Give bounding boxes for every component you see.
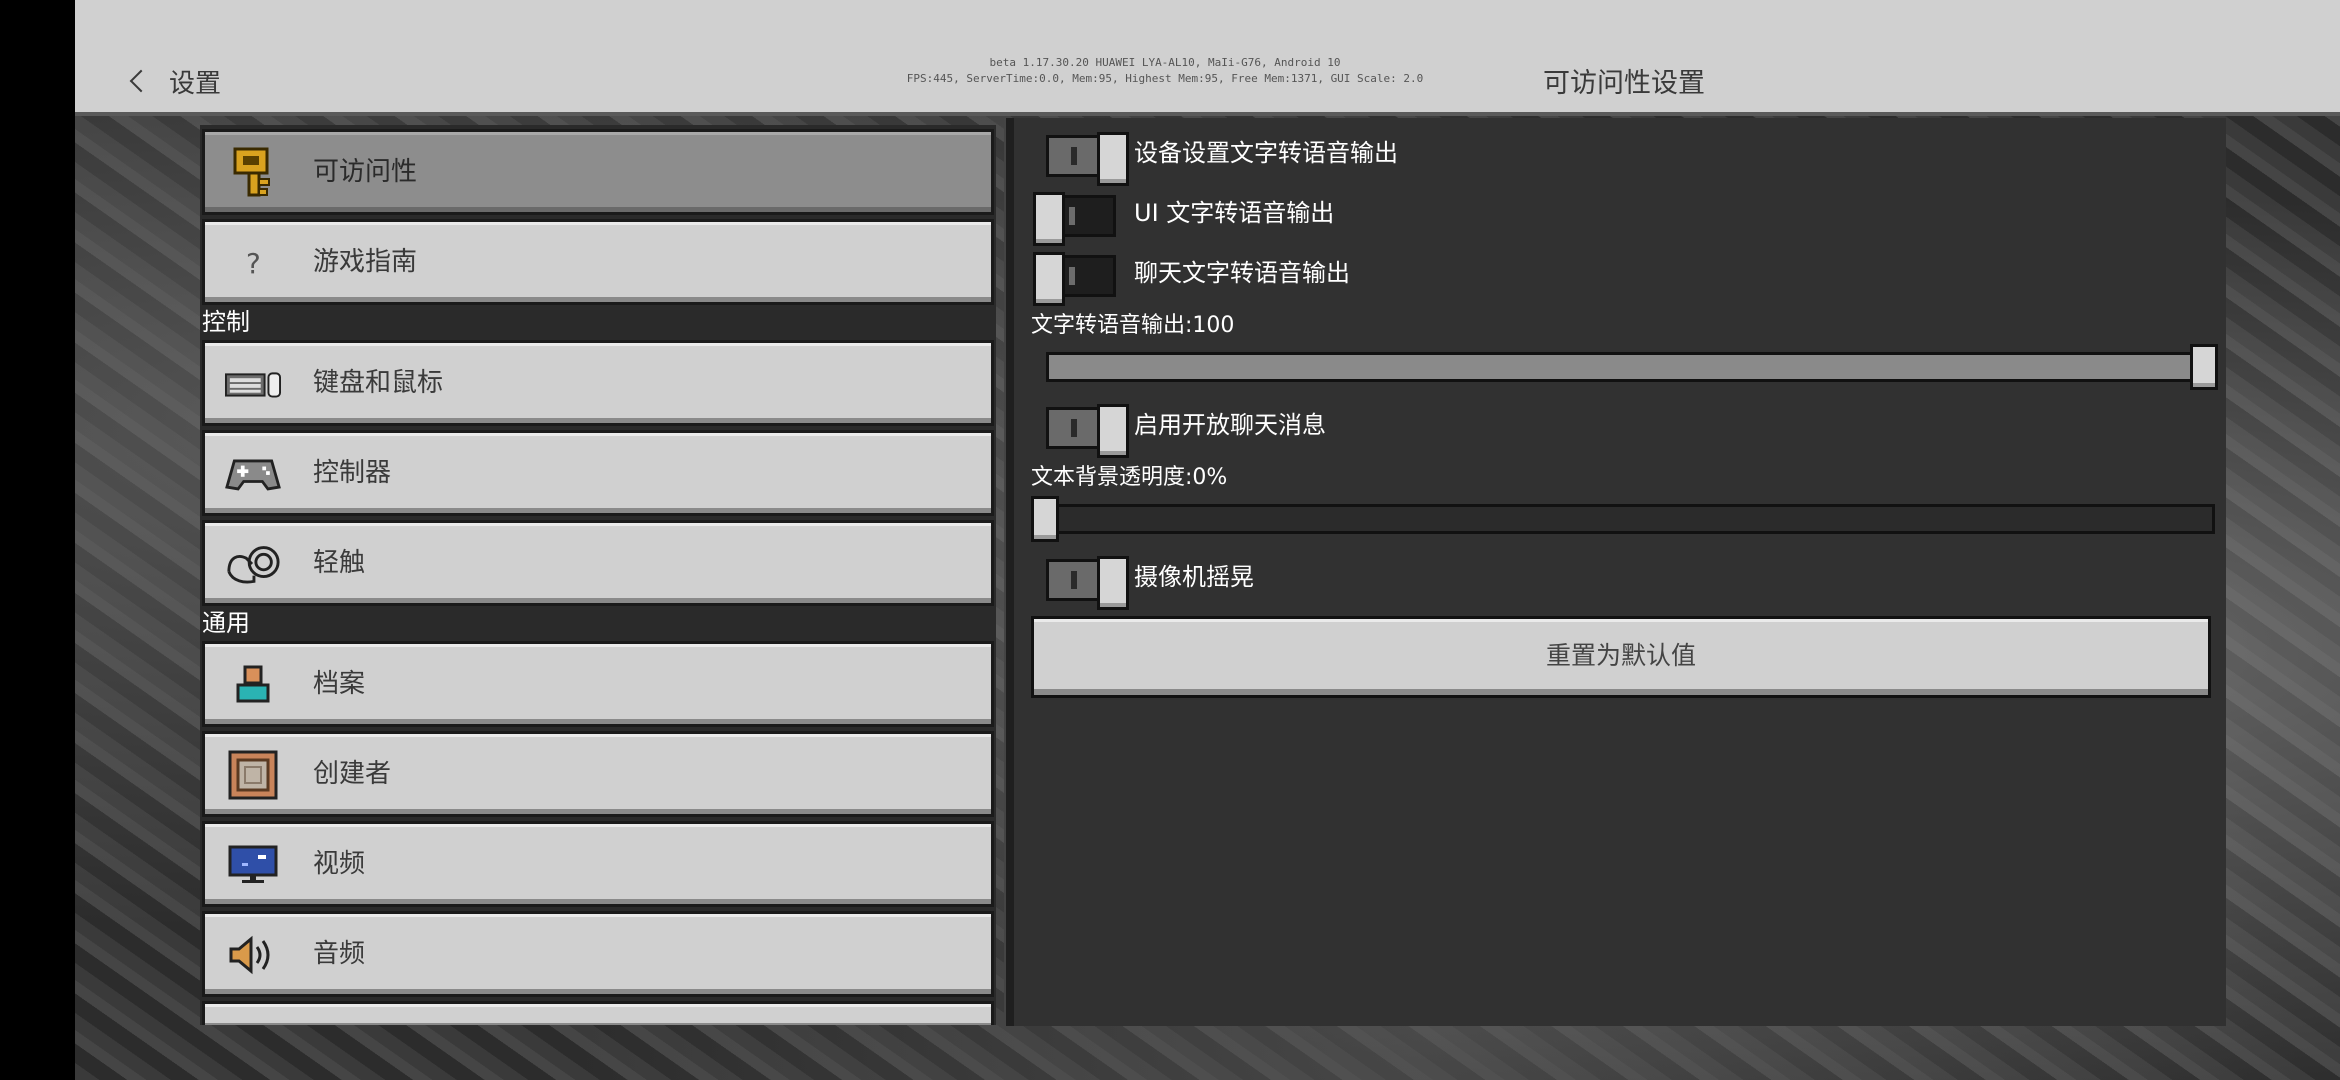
sidebar-item-label: 可访问性 xyxy=(313,157,418,187)
speaker-icon xyxy=(225,929,281,981)
toggle-knob xyxy=(1033,252,1065,306)
toggle-row-chat-tts: 聊天文字转语音输出 xyxy=(1014,248,2214,306)
sidebar-item-label: 轻触 xyxy=(313,548,366,578)
section-title-general: 通用 xyxy=(202,609,250,637)
section-title-controls: 控制 xyxy=(202,308,250,336)
slider-track xyxy=(1046,352,2212,382)
sidebar-item-audio[interactable]: 音频 xyxy=(202,911,994,997)
tts-volume-label: 文字转语音输出:100 xyxy=(1031,313,1235,338)
toggle-track-mark xyxy=(1069,207,1075,225)
sidebar-item-label: 视频 xyxy=(313,849,366,879)
chevron-left-icon xyxy=(129,69,153,93)
ui-tts-toggle[interactable] xyxy=(1033,192,1116,246)
debug-line-1: beta 1.17.30.20 HUAWEI LYA-AL10, MaIi-G7… xyxy=(989,56,1341,69)
text-bg-opacity-label: 文本背景透明度:0% xyxy=(1031,465,1228,490)
chat-tts-label: 聊天文字转语音输出 xyxy=(1134,259,1350,287)
settings-panel: 设备设置文字转语音输出 UI 文字转语音输出 聊天文字转语音输出 文字转语音输出… xyxy=(1014,118,2226,1026)
camera-shake-label: 摄像机摇晃 xyxy=(1134,563,1254,591)
profile-icon xyxy=(225,659,281,711)
open-chat-label: 启用开放聊天消息 xyxy=(1134,411,1326,439)
toggle-row-open-chat: 启用开放聊天消息 xyxy=(1014,400,2214,458)
sidebar-item-how-to-play[interactable]: ? 游戏指南 xyxy=(202,219,994,305)
text-bg-opacity-slider[interactable] xyxy=(1031,496,2215,542)
sidebar-item-label: 档案 xyxy=(313,669,366,699)
key-icon xyxy=(225,147,281,199)
reset-defaults-button[interactable]: 重置为默认值 xyxy=(1031,616,2211,698)
creator-icon xyxy=(225,749,281,801)
toggle-track-mark xyxy=(1071,147,1077,165)
page-title: 可访问性设置 xyxy=(1543,68,1705,99)
device-tts-toggle[interactable] xyxy=(1046,132,1129,186)
sidebar-item-keyboard-mouse[interactable]: 键盘和鼠标 xyxy=(202,340,994,426)
chat-tts-toggle[interactable] xyxy=(1033,252,1116,306)
sidebar-item-label: 键盘和鼠标 xyxy=(313,368,444,398)
debug-info: beta 1.17.30.20 HUAWEI LYA-AL10, MaIi-G7… xyxy=(830,55,1500,87)
sidebar-item-creator[interactable]: 创建者 xyxy=(202,731,994,817)
slider-thumb[interactable] xyxy=(1031,496,1059,542)
toggle-row-ui-tts: UI 文字转语音输出 xyxy=(1014,188,2214,246)
toggle-knob xyxy=(1097,132,1129,186)
camera-shake-toggle[interactable] xyxy=(1046,556,1129,610)
debug-line-2: FPS:445, ServerTime:0.0, Mem:95, Highest… xyxy=(906,72,1424,85)
touch-icon xyxy=(225,538,281,590)
sidebar-item-label: 音频 xyxy=(313,939,366,969)
question-icon: ? xyxy=(244,246,262,280)
toggle-track-mark xyxy=(1069,267,1075,285)
ui-tts-label: UI 文字转语音输出 xyxy=(1134,199,1335,227)
header-bar: 设置 beta 1.17.30.20 HUAWEI LYA-AL10, MaIi… xyxy=(75,0,2340,116)
gamepad-icon xyxy=(225,448,281,500)
tts-volume-slider[interactable] xyxy=(1046,344,2218,390)
open-chat-toggle[interactable] xyxy=(1046,404,1129,458)
toggle-track-mark xyxy=(1071,419,1077,437)
sidebar-item-controller[interactable]: 控制器 xyxy=(202,430,994,516)
sidebar: 可访问性 ? 游戏指南 控制 键盘和鼠标 控制器 轻触 通用 档案 创建者 视频… xyxy=(200,125,996,1025)
sidebar-item-profile[interactable]: 档案 xyxy=(202,641,994,727)
toggle-row-camera-shake: 摄像机摇晃 xyxy=(1014,552,2214,610)
monitor-icon xyxy=(225,839,281,891)
toggle-track-mark xyxy=(1071,571,1077,589)
slider-thumb[interactable] xyxy=(2190,344,2218,390)
keyboard-mouse-icon xyxy=(225,358,281,410)
toggle-knob xyxy=(1097,404,1129,458)
slider-track xyxy=(1031,504,2215,534)
slider-fill xyxy=(1049,355,2209,379)
toggle-row-device-tts: 设备设置文字转语音输出 xyxy=(1014,128,2214,186)
toggle-knob xyxy=(1097,556,1129,610)
sidebar-item-label: 创建者 xyxy=(313,759,392,789)
back-button[interactable]: 设置 xyxy=(129,66,222,102)
back-label: 设置 xyxy=(169,69,222,99)
sidebar-item-accessibility[interactable]: 可访问性 xyxy=(202,129,994,215)
toggle-knob xyxy=(1033,192,1065,246)
sidebar-item-video[interactable]: 视频 xyxy=(202,821,994,907)
sidebar-item-label: 控制器 xyxy=(313,458,392,488)
device-tts-label: 设备设置文字转语音输出 xyxy=(1134,139,1398,167)
sidebar-item-touch[interactable]: 轻触 xyxy=(202,520,994,606)
sidebar-item-label: 游戏指南 xyxy=(313,247,418,277)
sidebar-item-partial[interactable] xyxy=(202,1001,994,1025)
